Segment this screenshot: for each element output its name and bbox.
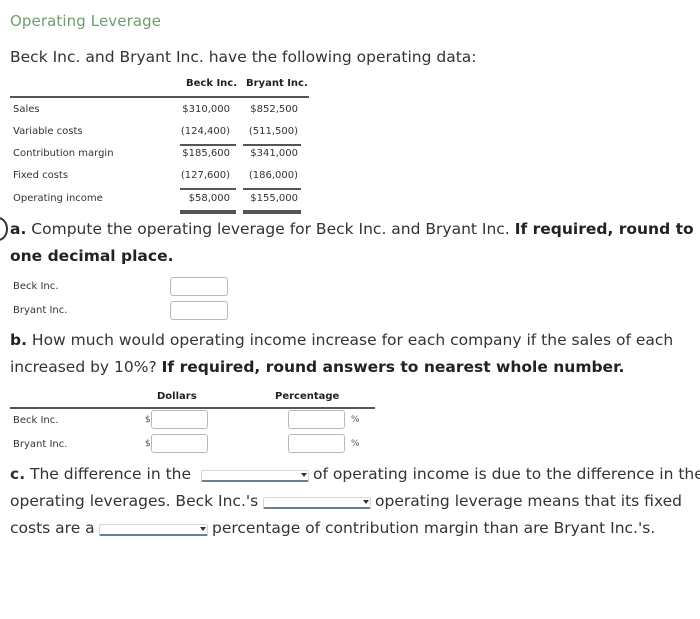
part-c-letter: c. [10,465,26,483]
column-header-bryant: Bryant Inc. [246,78,308,89]
header-divider [10,96,309,98]
part-b-beck-percentage-input[interactable] [288,410,345,429]
part-a-text: Compute the operating leverage for Beck … [31,220,510,238]
column-header-percentage: Percentage [275,391,340,402]
part-c-segment-3: operating leverages. Beck Inc.'s [10,492,259,510]
part-a-bold-instruction: If required, round to [514,220,694,238]
row-label-operating-income: Operating income [13,193,103,204]
part-b-question-line2: increased by 10%? If required, round ans… [10,358,624,376]
part-b-header-divider [10,407,375,409]
total-double-line-beck [180,210,236,214]
part-c-segment-4: operating leverage means that its fixed [375,492,683,510]
part-b-text-line1: How much would operating income increase… [31,331,674,349]
row-label-sales: Sales [13,104,40,115]
total-double-line-bryant [243,210,301,214]
part-a-letter: a. [10,220,27,238]
part-a-bold-instruction-2: one decimal place. [10,247,174,265]
part-a-beck-input[interactable] [170,277,228,296]
cell-bryant-fixed-costs: (186,000) [248,170,298,181]
part-b-bold-instruction: If required, round answers to nearest wh… [161,358,625,376]
part-b-bryant-dollars-input[interactable] [151,434,208,453]
part-c-segment-6: percentage of contribution margin than a… [212,519,656,537]
row-label-contribution-margin: Contribution margin [13,148,114,159]
part-b-beck-dollars-input[interactable] [151,410,208,429]
cell-beck-contribution-margin: $185,600 [182,148,230,159]
question-marker-icon [0,217,8,241]
subtotal-line-beck [180,144,236,146]
cell-beck-fixed-costs: (127,600) [180,170,230,181]
subtotal-line-bryant [243,144,301,146]
part-b-label-beck: Beck Inc. [13,415,59,426]
intro-text: Beck Inc. and Bryant Inc. have the follo… [10,48,477,66]
subtotal-line-beck-2 [180,188,236,190]
cell-beck-sales: $310,000 [182,104,230,115]
currency-symbol-bryant: $ [145,439,151,449]
part-b-question: b. How much would operating income incre… [10,331,673,349]
cell-bryant-operating-income: $155,000 [250,193,298,204]
part-a-label-bryant: Bryant Inc. [13,305,68,316]
cell-beck-variable-costs: (124,400) [180,126,230,137]
currency-symbol-beck: $ [145,415,151,425]
part-c-dropdown-3[interactable] [99,524,208,536]
cell-bryant-sales: $852,500 [250,104,298,115]
part-b-text-line2: increased by 10%? [10,358,157,376]
cell-beck-operating-income: $58,000 [188,193,230,204]
part-c-dropdown-2[interactable] [263,497,371,509]
part-b-label-bryant: Bryant Inc. [13,439,68,450]
row-label-variable-costs: Variable costs [13,126,83,137]
cell-bryant-variable-costs: (511,500) [248,126,298,137]
part-c-segment-1: c. The difference in the [10,465,191,483]
column-header-beck: Beck Inc. [186,78,238,89]
part-c-dropdown-1[interactable] [201,470,309,482]
subtotal-line-bryant-2 [243,188,301,190]
part-b-bryant-percentage-input[interactable] [288,434,345,453]
chevron-down-icon [363,500,369,504]
chevron-down-icon [200,527,206,531]
part-b-letter: b. [10,331,27,349]
chevron-down-icon [301,473,307,477]
percent-symbol-beck: % [351,415,360,425]
page: Operating Leverage Beck Inc. and Bryant … [0,0,700,619]
row-label-fixed-costs: Fixed costs [13,170,69,181]
part-a-bryant-input[interactable] [170,301,228,320]
part-c-text-1: The difference in the [30,465,192,483]
part-a-question-line2: one decimal place. [10,247,173,265]
part-c-segment-2: of operating income is due to the differ… [313,465,700,483]
part-a-question: a. Compute the operating leverage for Be… [10,220,694,238]
page-title: Operating Leverage [10,12,162,30]
part-c-segment-5: costs are a [10,519,95,537]
column-header-dollars: Dollars [157,391,197,402]
cell-bryant-contribution-margin: $341,000 [250,148,298,159]
percent-symbol-bryant: % [351,439,360,449]
part-a-label-beck: Beck Inc. [13,281,59,292]
